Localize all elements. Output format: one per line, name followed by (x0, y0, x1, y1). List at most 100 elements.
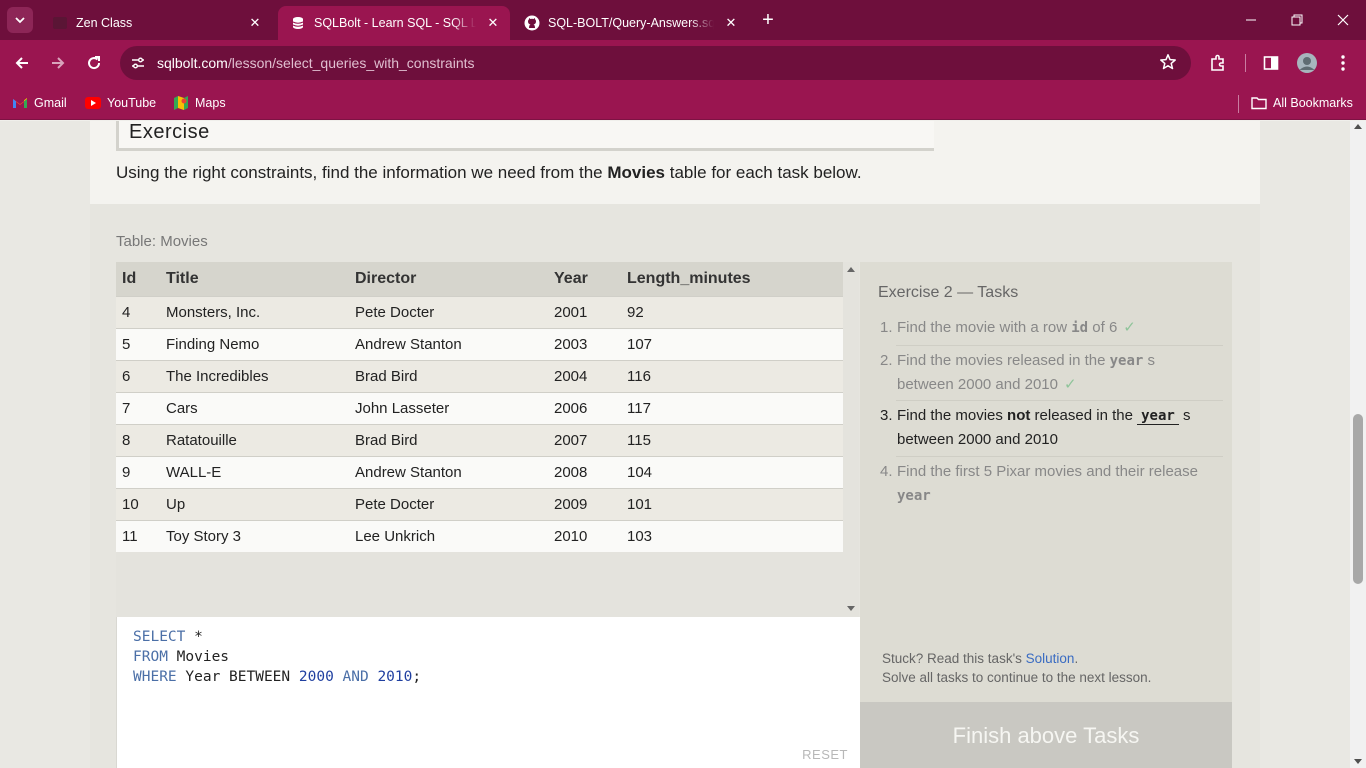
sql-keyword: FROM (133, 649, 168, 665)
close-icon[interactable]: ✕ (722, 14, 740, 32)
exercise-heading-box: Exercise (116, 121, 934, 151)
table-cell: 2010 (554, 519, 627, 552)
tab-title: SQLBolt - Learn SQL - SQL Lesson (314, 16, 476, 30)
table-cell: 104 (627, 455, 843, 488)
table-cell: 4 (116, 295, 166, 328)
scroll-down-icon[interactable] (1354, 759, 1362, 764)
tab-sqlbolt[interactable]: SQLBolt - Learn SQL - SQL Lesson ✕ (278, 6, 510, 40)
scrollbar-thumb[interactable] (1353, 414, 1363, 584)
table-cell: 115 (627, 423, 843, 456)
table-cell: WALL-E (166, 455, 355, 488)
bookmark-gmail[interactable]: Gmail (12, 94, 67, 112)
extensions-puzzle-icon[interactable] (1207, 52, 1229, 74)
tasks-panel: Exercise 2 — Tasks 1. Find the movie wit… (860, 262, 1232, 702)
tab-github[interactable]: SQL-BOLT/Query-Answers.sql at ✕ (512, 6, 748, 40)
sql-keyword: WHERE (133, 669, 177, 685)
close-icon[interactable]: ✕ (246, 14, 264, 32)
table-cell: 2008 (554, 455, 627, 488)
task-text: Find the movie with a row id of 6 ✓ (897, 316, 1222, 340)
table-cell: 2003 (554, 327, 627, 360)
table-row: 8 Ratatouille Brad Bird 2007 115 (116, 423, 843, 456)
sql-query-editor[interactable]: SELECT * FROM Movies WHERE Year BETWEEN … (116, 617, 860, 768)
table-cell: 101 (627, 487, 843, 520)
table-cell: 2004 (554, 359, 627, 392)
table-row: 4 Monsters, Inc. Pete Docter 2001 92 (116, 295, 843, 328)
task-divider (896, 345, 1223, 346)
table-cell: 9 (116, 455, 166, 488)
table-cell: Brad Bird (355, 359, 554, 392)
table-cell: Finding Nemo (166, 327, 355, 360)
reload-icon[interactable] (80, 49, 108, 77)
scroll-up-icon[interactable] (1354, 124, 1362, 129)
table-scrollbar[interactable] (843, 262, 859, 617)
scroll-up-icon[interactable] (847, 267, 855, 272)
solution-link[interactable]: Solution (1026, 651, 1075, 666)
sql-number: 2000 (298, 669, 334, 685)
task-text-part: between 2000 and 2010 (897, 376, 1058, 393)
sql-text: Year BETWEEN (176, 669, 299, 685)
close-icon[interactable]: ✕ (484, 14, 502, 32)
bookmark-youtube[interactable]: YouTube (85, 94, 156, 112)
table-cell: Up (166, 487, 355, 520)
reset-button[interactable]: RESET (802, 747, 848, 762)
task-text-part: Find the movies (897, 407, 1008, 424)
task-text-part: released in the (1030, 407, 1138, 424)
task-number: 1. (880, 319, 893, 336)
table-cell: Brad Bird (355, 423, 554, 456)
new-tab-plus-icon[interactable]: + (757, 10, 779, 32)
minimize-icon[interactable] (1228, 0, 1274, 40)
tab-title: SQL-BOLT/Query-Answers.sql at (548, 16, 714, 30)
back-arrow-icon[interactable] (8, 49, 36, 77)
table-cell: 2001 (554, 295, 627, 328)
sql-text: Movies (167, 649, 230, 665)
bookmark-label: YouTube (107, 96, 157, 110)
checkmark-icon: ✓ (1123, 319, 1136, 336)
side-panel-icon[interactable] (1260, 52, 1282, 74)
bookmark-star-icon[interactable] (1159, 53, 1179, 73)
browser-toolbar: sqlbolt.com/lesson/select_queries_with_c… (0, 40, 1366, 86)
exercise-heading: Exercise (129, 121, 210, 143)
profile-avatar-icon[interactable] (1296, 52, 1318, 74)
close-window-icon[interactable] (1320, 0, 1366, 40)
finish-tasks-button[interactable]: Finish above Tasks (860, 702, 1232, 768)
task-text-part: Find the movie with a row (897, 319, 1072, 336)
task-divider (896, 400, 1223, 401)
table-cell: The Incredibles (166, 359, 355, 392)
table-cell: 107 (627, 327, 843, 360)
instructions-table-name: Movies (607, 163, 666, 182)
site-info-icon[interactable] (128, 53, 148, 73)
tasks-title: Exercise 2 — Tasks (878, 284, 1019, 301)
sql-code: SELECT * FROM Movies WHERE Year BETWEEN … (133, 627, 421, 687)
table-cell: John Lasseter (355, 391, 554, 424)
tab-strip: Zen Class ✕ SQLBolt - Learn SQL - SQL Le… (0, 0, 1366, 40)
table-cell: 10 (116, 487, 166, 520)
checkmark-icon: ✓ (1063, 376, 1077, 393)
table-row: 11 Toy Story 3 Lee Unkrich 2010 103 (116, 519, 843, 552)
forward-arrow-icon[interactable] (44, 49, 72, 77)
bookmark-maps[interactable]: Maps (173, 94, 226, 112)
bookmarks-bar: Gmail YouTube Maps All Bookmarks (0, 86, 1366, 120)
task-text: Find the first 5 Pixar movies and their … (897, 460, 1222, 508)
tab-search-button[interactable] (7, 7, 33, 33)
task-bold-word: not (1007, 407, 1031, 424)
tab-zen-class[interactable]: Zen Class ✕ (40, 6, 272, 40)
task-number: 2. (880, 352, 893, 369)
address-bar[interactable]: sqlbolt.com/lesson/select_queries_with_c… (120, 46, 1191, 80)
table-cell: Lee Unkrich (355, 519, 554, 552)
sql-keyword: AND (333, 669, 378, 685)
page-scrollbar[interactable] (1350, 121, 1366, 768)
scroll-down-icon[interactable] (847, 606, 855, 611)
restore-icon[interactable] (1274, 0, 1320, 40)
menu-kebab-icon[interactable] (1332, 52, 1354, 74)
continue-text: Solve all tasks to continue to the next … (882, 670, 1152, 685)
movies-table-container[interactable]: Id Title Director Year Length_minutes 4 … (116, 262, 859, 617)
table-cell: Monsters, Inc. (166, 295, 355, 328)
chevron-down-icon (15, 17, 25, 24)
url-path: /lesson/select_queries_with_constraints (227, 55, 475, 71)
task-text-part: Find the first 5 Pixar movies and their … (897, 463, 1198, 480)
table-row: 5 Finding Nemo Andrew Stanton 2003 107 (116, 327, 843, 360)
column-header: Title (166, 262, 355, 296)
finish-tasks-label: Finish above Tasks (952, 723, 1140, 748)
all-bookmarks-button[interactable]: All Bookmarks (1251, 94, 1353, 112)
database-icon (290, 15, 306, 31)
